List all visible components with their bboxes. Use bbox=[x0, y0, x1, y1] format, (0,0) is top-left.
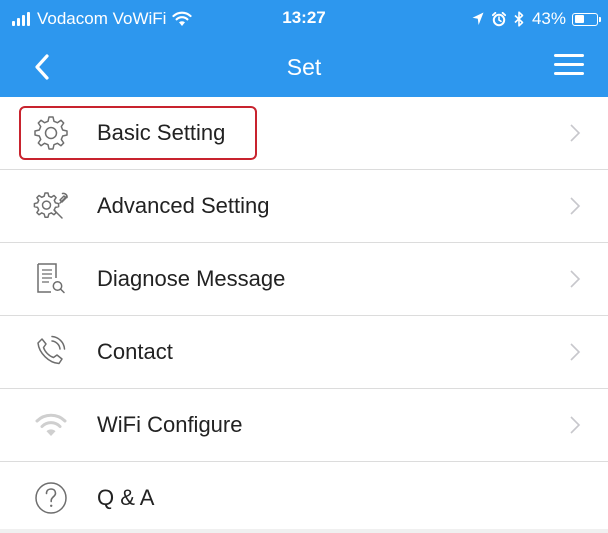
list-item-label: Diagnose Message bbox=[97, 266, 286, 291]
bottom-strip bbox=[0, 529, 608, 533]
chevron-right-icon bbox=[570, 270, 581, 288]
list-item-label: Q & A bbox=[97, 485, 155, 510]
battery-icon bbox=[572, 12, 601, 26]
question-icon bbox=[35, 482, 67, 514]
list-item-advanced-setting[interactable]: Advanced Setting bbox=[0, 170, 608, 243]
settings-list: Basic Setting Advanced Setting Diagnose … bbox=[0, 97, 608, 533]
hamburger-menu-icon[interactable] bbox=[552, 49, 586, 83]
gear-icon bbox=[34, 116, 68, 150]
list-item-label: Basic Setting bbox=[97, 120, 226, 145]
bluetooth-icon bbox=[514, 11, 524, 27]
document-search-icon bbox=[37, 263, 65, 294]
phone-icon bbox=[37, 335, 66, 365]
wifi-icon bbox=[35, 413, 67, 436]
nav-bar: Set bbox=[0, 38, 608, 97]
app-screen: Vodacom VoWiFi 13:27 43% Set Basic Setti… bbox=[0, 0, 608, 533]
location-icon bbox=[472, 12, 484, 25]
alarm-icon bbox=[491, 11, 506, 26]
battery-percent: 43% bbox=[531, 9, 566, 28]
list-item-wifi-configure[interactable]: WiFi Configure bbox=[0, 389, 608, 462]
list-item-basic-setting[interactable]: Basic Setting bbox=[0, 97, 608, 170]
app-header: Vodacom VoWiFi 13:27 43% Set bbox=[0, 0, 608, 97]
status-right: 43% bbox=[472, 8, 601, 30]
chevron-right-icon bbox=[570, 124, 581, 142]
list-item-label: Contact bbox=[97, 339, 173, 364]
list-item-diagnose-message[interactable]: Diagnose Message bbox=[0, 243, 608, 316]
page-title: Set bbox=[286, 54, 322, 80]
list-item-q-and-a[interactable]: Q & A bbox=[0, 462, 608, 533]
status-bar: Vodacom VoWiFi 13:27 43% bbox=[0, 0, 608, 38]
gear-wrench-icon bbox=[33, 192, 68, 219]
list-item-label: Advanced Setting bbox=[97, 193, 270, 218]
chevron-right-icon bbox=[570, 197, 581, 215]
list-item-label: WiFi Configure bbox=[97, 412, 243, 437]
list-item-contact[interactable]: Contact bbox=[0, 316, 608, 389]
chevron-right-icon bbox=[570, 416, 581, 434]
chevron-right-icon bbox=[570, 343, 581, 361]
